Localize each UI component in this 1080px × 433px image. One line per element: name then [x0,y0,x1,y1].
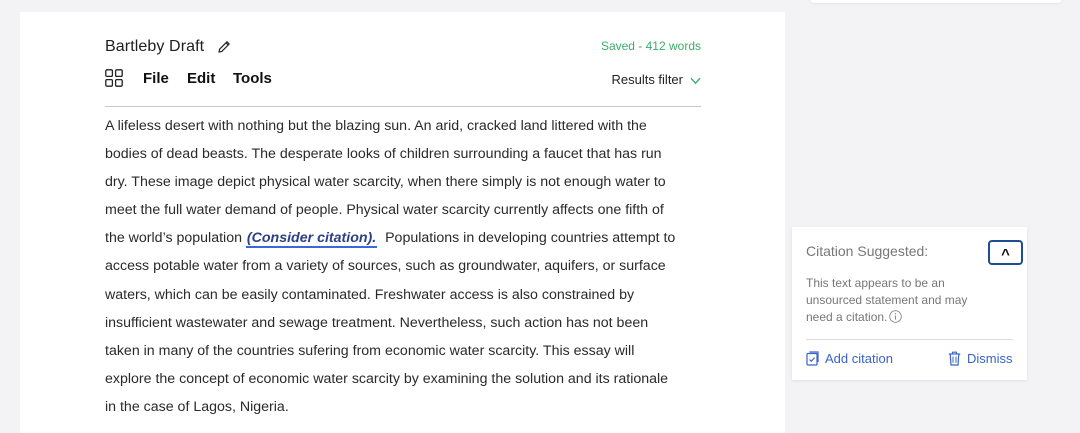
text-line-with-citation: the world’s population (Consider citatio… [105,224,705,252]
citation-description-text: This text appears to be an unsourced sta… [806,276,968,324]
pencil-icon[interactable] [216,39,232,55]
collapse-caret: ^ [1001,245,1010,263]
menu-bar: File Edit Tools Results filter [105,68,701,92]
results-filter-label: Results filter [611,72,683,87]
text-line: taken in many of the countries sufering … [105,342,635,359]
info-icon[interactable] [889,310,903,323]
document-sheet: Bartleby Draft Saved - 412 words File Ed… [20,12,785,433]
add-citation-label: Add citation [825,351,893,366]
text-line: insufficient wastewater and sewage treat… [105,314,649,331]
menu-edit[interactable]: Edit [187,70,215,87]
trash-icon [948,351,961,366]
citation-card-description: This text appears to be an unsourced sta… [806,275,996,326]
add-citation-button[interactable]: Add citation [806,351,893,366]
add-citation-icon [806,351,819,366]
collapse-button[interactable]: ^ [988,240,1023,265]
text-segment: the world’s population [105,230,246,247]
text-line: access potable water from a variety of s… [105,258,666,275]
document-body[interactable]: A lifeless desert with nothing but the b… [105,112,705,421]
citation-card-heading: Citation Suggested: [806,243,929,259]
top-right-card [810,0,1062,3]
citation-highlight[interactable]: (Consider citation). [245,230,378,249]
text-segment: Populations in developing countries atte… [377,230,676,247]
header-divider [105,106,701,107]
document-title: Bartleby Draft [105,38,205,55]
dismiss-label: Dismiss [967,351,1013,366]
menu-tools[interactable]: Tools [233,70,272,87]
text-line: dry. These image depict physical water s… [105,174,666,191]
document-header: Bartleby Draft Saved - 412 words [105,38,701,60]
text-line: explore the concept of economic water sc… [105,370,669,387]
results-filter-dropdown[interactable]: Results filter [611,72,701,88]
text-line: meet the full water demand of people. Ph… [105,202,664,219]
citation-suggestion-card: Citation Suggested: ^ This text appears … [792,227,1027,380]
citation-card-divider [806,339,1013,340]
chevron-down-icon [690,73,701,88]
text-line: bodies of dead beasts. The desperate loo… [105,146,662,163]
save-status: Saved - 412 words [600,39,701,53]
grid-icon[interactable] [105,69,123,87]
dismiss-button[interactable]: Dismiss [948,351,1013,366]
text-line: waters, which can be easily contaminated… [105,286,635,303]
text-line: in the case of Lagos, Nigeria. [105,398,289,415]
menu-file[interactable]: File [143,70,169,87]
text-line: A lifeless desert with nothing but the b… [105,118,647,134]
